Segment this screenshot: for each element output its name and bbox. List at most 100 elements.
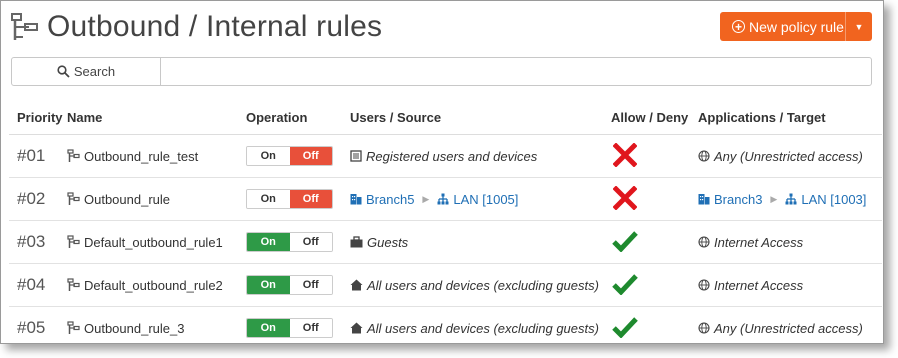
target-lan-link[interactable]: LAN [1003] [801,192,866,207]
table-row[interactable]: #01 Outbound_rule_test On Off Registered … [9,134,882,178]
toggle-off[interactable]: Off [289,319,332,337]
chevron-right-icon: ▶ [770,193,778,204]
dropdown-caret-icon[interactable]: ▼ [846,22,872,32]
name-cell[interactable]: Outbound_rule_3 [67,306,246,343]
operation-toggle[interactable]: On Off [246,318,333,338]
network-icon [785,193,797,205]
table-row[interactable]: #02 Outbound_rule On Off Branch5 ▶ LAN [1… [9,177,882,221]
target-branch-link[interactable]: Branch3 [714,192,762,207]
home-icon [350,322,363,334]
action-cell [611,177,698,221]
col-name[interactable]: Name [67,101,246,135]
source-cell: Registered users and devices [350,134,611,178]
search-icon [57,65,70,78]
source-cell: All users and devices (excluding guests) [350,263,611,307]
rules-table: Priority Name Operation Users / Source A… [9,101,882,343]
rule-name: Outbound_rule_test [84,148,199,164]
toggle-off[interactable]: Off [289,233,332,251]
rule-name: Default_outbound_rule2 [84,277,223,293]
toggle-off[interactable]: Off [289,276,332,294]
rule-name: Outbound_rule_3 [84,320,185,336]
search-button[interactable]: Search [12,58,161,85]
col-priority[interactable]: Priority [9,101,67,135]
col-operation[interactable]: Operation [246,101,350,135]
toggle-on[interactable]: On [247,233,290,251]
globe-icon [698,150,710,162]
name-cell[interactable]: Default_outbound_rule2 [67,263,246,307]
globe-icon [698,322,710,334]
main-panel: Outbound / Internal rules + New policy r… [0,0,884,344]
rule-name: Default_outbound_rule1 [84,234,223,250]
source-cell: Guests [350,220,611,264]
globe-icon [698,236,710,248]
priority-cell: #04 [9,263,67,307]
action-cell [611,134,698,178]
plus-circle-icon: + [732,20,745,33]
allow-check-icon [612,316,638,339]
rule-icon [67,235,80,248]
target-cell: Internet Access [698,263,882,307]
rule-icon [67,321,80,334]
priority-cell: #01 [9,134,67,178]
building-icon [698,194,710,205]
search-input[interactable] [161,58,871,85]
action-cell [611,220,698,264]
rule-icon [67,149,80,162]
source-branch-link[interactable]: Branch5 [366,192,414,207]
table-row[interactable]: #05 Outbound_rule_3 On Off All users and … [9,306,882,343]
priority-cell: #03 [9,220,67,264]
target-cell: Internet Access [698,220,882,264]
target-label: Any (Unrestricted access) [714,148,863,164]
priority-cell: #05 [9,306,67,343]
col-applications-target[interactable]: Applications / Target [698,101,882,135]
target-label: Internet Access [714,234,804,250]
globe-icon [698,279,710,291]
toggle-on[interactable]: On [247,276,290,294]
col-allow-deny[interactable]: Allow / Deny [611,101,698,135]
source-cell: All users and devices (excluding guests) [350,306,611,343]
name-cell[interactable]: Default_outbound_rule1 [67,220,246,264]
operation-cell: On Off [246,306,350,343]
building-icon [350,194,362,205]
operation-toggle[interactable]: On Off [246,275,333,295]
toggle-on[interactable]: On [247,190,290,208]
target-label: Internet Access [714,277,804,293]
col-users-source[interactable]: Users / Source [350,101,611,135]
source-lan-link[interactable]: LAN [1005] [453,192,518,207]
new-policy-rule-label: New policy rule [749,18,844,35]
network-icon [437,193,449,205]
target-cell: Any (Unrestricted access) [698,306,882,343]
new-policy-rule-button[interactable]: + New policy rule ▼ [720,12,872,41]
search-bar: Search [11,57,872,86]
list-icon [350,150,362,162]
table-row[interactable]: #04 Default_outbound_rule2 On Off All use… [9,263,882,307]
toggle-off[interactable]: Off [289,147,332,165]
target-cell: Any (Unrestricted access) [698,134,882,178]
operation-cell: On Off [246,177,350,221]
rule-icon [67,192,80,205]
home-icon [350,279,363,291]
name-cell[interactable]: Outbound_rule_test [67,134,246,178]
operation-toggle[interactable]: On Off [246,146,333,166]
rules-icon [11,13,38,40]
operation-toggle[interactable]: On Off [246,232,333,252]
toggle-on[interactable]: On [247,147,290,165]
operation-cell: On Off [246,220,350,264]
toggle-on[interactable]: On [247,319,290,337]
target-label: Any (Unrestricted access) [714,320,863,336]
deny-x-icon [612,141,638,168]
source-label: Guests [367,234,409,250]
rule-name: Outbound_rule [84,191,171,207]
source-cell: Branch5 ▶ LAN [1005] [350,177,611,221]
briefcase-icon [350,236,363,248]
allow-check-icon [612,273,638,296]
priority-cell: #02 [9,177,67,221]
operation-toggle[interactable]: On Off [246,189,333,209]
toggle-off[interactable]: Off [289,190,332,208]
source-label: All users and devices (excluding guests) [367,320,599,336]
name-cell[interactable]: Outbound_rule [67,177,246,221]
table-row[interactable]: #03 Default_outbound_rule1 On Off Guests … [9,220,882,264]
source-label: All users and devices (excluding guests) [367,277,599,293]
rule-icon [67,278,80,291]
allow-check-icon [612,230,638,253]
